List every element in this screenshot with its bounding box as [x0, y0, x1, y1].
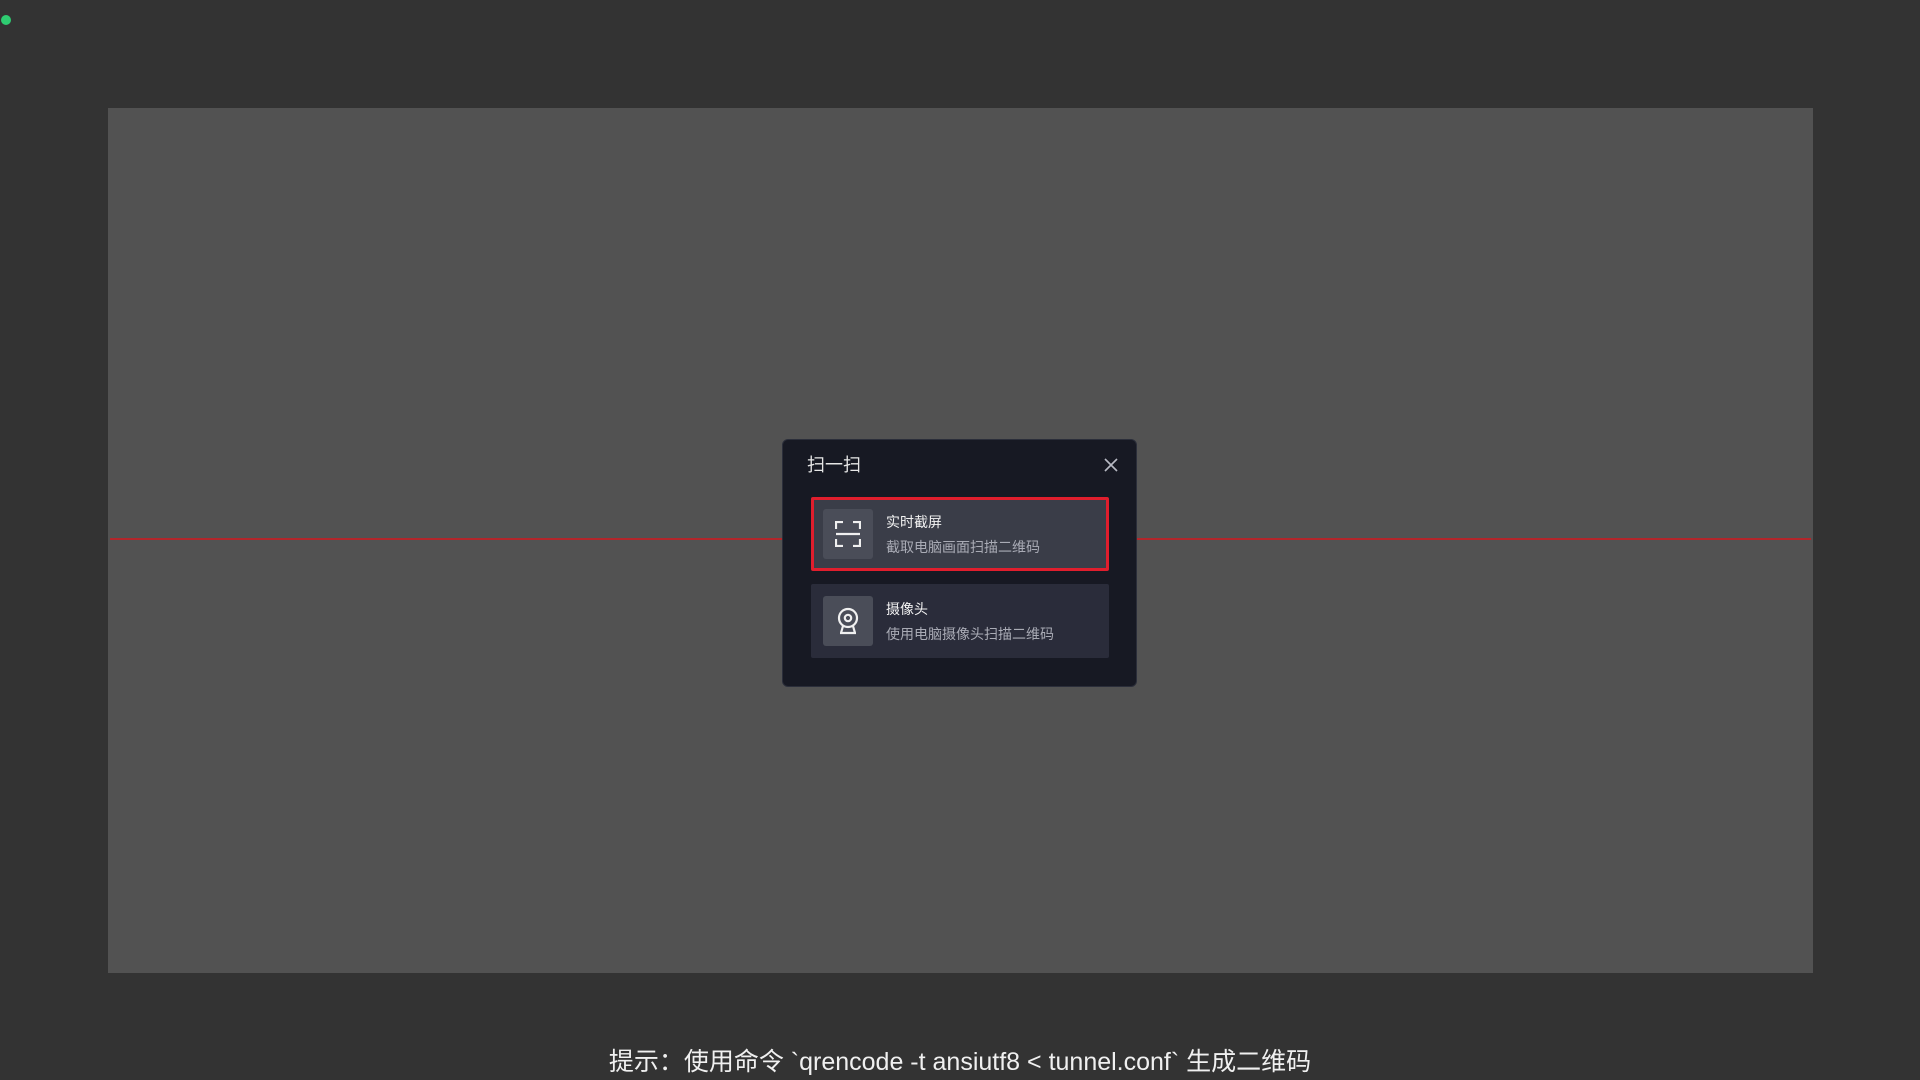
close-icon: [1104, 458, 1118, 472]
status-indicator: [1, 15, 11, 25]
option-title: 实时截屏: [886, 514, 942, 530]
option-title: 摄像头: [886, 601, 928, 617]
option-screen-capture[interactable]: 实时截屏 截取电脑画面扫描二维码: [811, 497, 1109, 571]
dialog-title: 扫一扫: [807, 455, 861, 475]
screen-capture-icon: [823, 509, 873, 559]
webcam-icon: [823, 596, 873, 646]
scan-dialog: 扫一扫 实时截屏 截取电脑画面扫描二维码 摄像头 使用电脑摄像头扫描二维码: [782, 439, 1137, 687]
close-button[interactable]: [1098, 452, 1124, 478]
hint-text: 提示：使用命令 `qrencode -t ansiutf8 < tunnel.c…: [608, 1048, 1312, 1076]
option-description: 使用电脑摄像头扫描二维码: [886, 626, 1054, 642]
option-description: 截取电脑画面扫描二维码: [886, 539, 1040, 555]
option-webcam[interactable]: 摄像头 使用电脑摄像头扫描二维码: [811, 584, 1109, 658]
